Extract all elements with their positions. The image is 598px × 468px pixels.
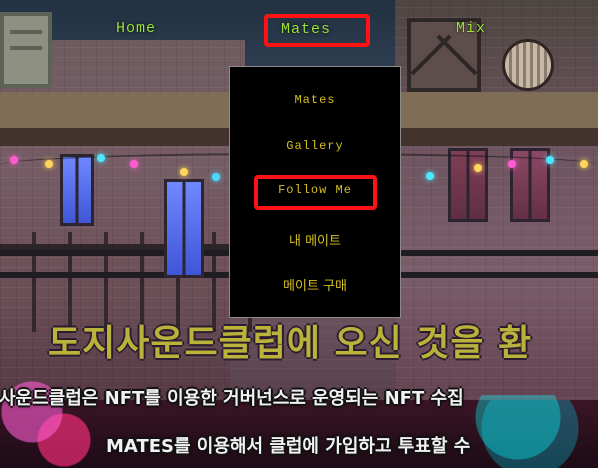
nav-mates-link[interactable]: Mates	[281, 21, 331, 38]
hero-description-line-1: 사운드클럽은 NFT를 이용한 거버넌스로 운영되는 NFT 수집	[0, 388, 464, 409]
hero-title: 도지사운드클럽에 오신 것을 환	[48, 323, 533, 364]
nav-mix-link[interactable]: Mix	[456, 20, 486, 37]
light-bulb	[546, 156, 554, 164]
dropdown-item-follow-me[interactable]: Follow Me	[230, 183, 400, 197]
light-bulb	[10, 156, 18, 164]
dropdown-item-mates[interactable]: Mates	[230, 93, 400, 107]
pixel-city-hero: Home Mates Mix Mates Gallery Follow Me 내…	[0, 0, 598, 468]
light-bulb	[474, 164, 482, 172]
light-bulb	[180, 168, 188, 176]
light-bulb	[426, 172, 434, 180]
light-bulb	[508, 160, 516, 168]
light-bulb	[45, 160, 53, 168]
dropdown-item-my-mates[interactable]: 내 메이트	[230, 230, 400, 249]
light-bulb	[97, 154, 105, 162]
mates-dropdown-menu: Mates Gallery Follow Me 내 메이트 메이트 구매	[229, 66, 401, 318]
dropdown-item-buy-mates[interactable]: 메이트 구매	[230, 275, 400, 294]
hero-description-line-2: MATES를 이용해서 클럽에 가입하고 투표할 수	[106, 436, 471, 457]
building-window	[164, 179, 204, 278]
main-navigation: Home Mates Mix	[0, 0, 598, 64]
light-bulb	[580, 160, 588, 168]
light-bulb	[212, 173, 220, 181]
dropdown-item-gallery[interactable]: Gallery	[230, 139, 400, 153]
light-bulb	[130, 160, 138, 168]
nav-home-link[interactable]: Home	[116, 20, 156, 37]
